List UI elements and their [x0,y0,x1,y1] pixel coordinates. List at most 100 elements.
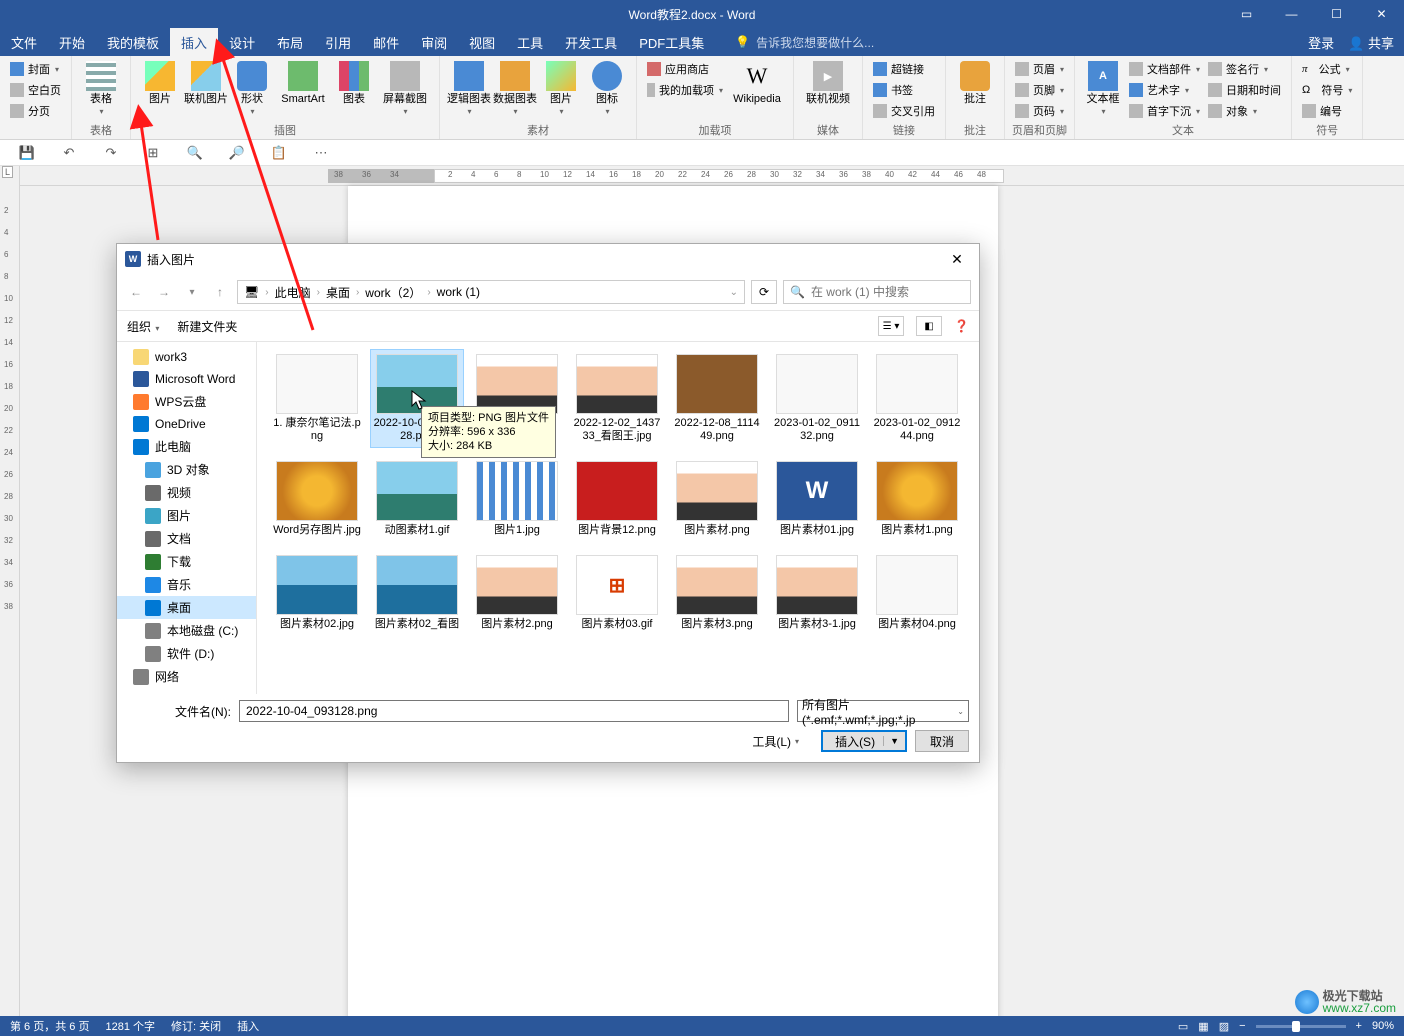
file-item[interactable]: 2023-01-02_091244.png [871,350,963,447]
textbox-button[interactable]: A文本框▾ [1081,59,1125,121]
my-addins-button[interactable]: 我的加载项▾ [643,80,727,100]
undo-icon[interactable]: ↶ [60,144,78,162]
track-changes-status[interactable]: 修订: 关闭 [171,1018,221,1034]
organize-button[interactable]: 组织 ▾ [127,318,159,335]
smartart-button[interactable]: SmartArt [275,59,331,121]
more-icon[interactable]: ⋯ [312,144,330,162]
breadcrumb-item[interactable]: 此电脑 [275,284,311,301]
file-item[interactable]: ⊞图片素材03.gif [571,551,663,635]
new-folder-button[interactable]: 新建文件夹 [177,318,237,335]
web-layout-icon[interactable]: ▨ [1219,1020,1229,1033]
symbol-button[interactable]: Ω 符号▾ [1298,80,1356,100]
chart-button[interactable]: 图表 [331,59,377,121]
share-button[interactable]: 👤 共享 [1348,33,1394,52]
tree-item[interactable]: 视频 [117,481,256,504]
file-item[interactable]: W图片素材01.jpg [771,457,863,541]
menu-tab-开始[interactable]: 开始 [48,28,96,56]
page-break-button[interactable]: 分页 [6,101,65,121]
nav-dropdown-icon[interactable]: ▾ [181,281,203,303]
print-icon[interactable]: 🔎 [228,144,246,162]
file-item[interactable]: 图片1.jpg [471,457,563,541]
gallery-button[interactable]: 图片▾ [538,59,584,121]
file-item[interactable]: 图片素材1.png [871,457,963,541]
online-video-button[interactable]: ▶联机视频 [800,59,856,121]
insert-mode-status[interactable]: 插入 [237,1018,259,1034]
file-item[interactable]: 图片素材2.png [471,551,563,635]
menu-tab-邮件[interactable]: 邮件 [362,28,410,56]
header-button[interactable]: 页眉▾ [1011,59,1068,79]
object-button[interactable]: 对象▾ [1204,101,1285,121]
data-chart-button[interactable]: 数据图表▾ [492,59,538,121]
menu-tab-插入[interactable]: 插入 [170,28,218,56]
logic-chart-button[interactable]: 逻辑图表▾ [446,59,492,121]
chevron-down-icon[interactable]: ⌄ [730,287,738,298]
folder-tree[interactable]: work3Microsoft WordWPS云盘OneDrive此电脑3D 对象… [117,342,257,694]
bookmark-button[interactable]: 书签 [869,80,939,100]
tree-item[interactable]: WPS云盘 [117,390,256,413]
number-button[interactable]: 编号 [1298,101,1356,121]
nav-back-icon[interactable]: ← [125,281,147,303]
nav-forward-icon[interactable]: → [153,281,175,303]
maximize-button[interactable]: ☐ [1314,0,1359,28]
signature-line-button[interactable]: 签名行▾ [1204,59,1285,79]
file-item[interactable]: 2022-12-02_143733_看图王.jpg [571,350,663,447]
zoom-in-icon[interactable]: + [1356,1020,1362,1032]
tree-item[interactable]: 本地磁盘 (C:) [117,619,256,642]
cancel-button[interactable]: 取消 [915,730,969,752]
menu-tab-设计[interactable]: 设计 [218,28,266,56]
file-item[interactable]: 图片素材04.png [871,551,963,635]
file-item[interactable]: 2022-12-08_111449.png [671,350,763,447]
hyperlink-button[interactable]: 超链接 [869,59,939,79]
tools-dropdown[interactable]: 工具(L) ▾ [752,733,799,750]
tree-item[interactable]: 下载 [117,550,256,573]
file-item[interactable]: 图片素材02.jpg [271,551,363,635]
blank-page-button[interactable]: 空白页 [6,80,65,100]
tree-item[interactable]: 文档 [117,527,256,550]
page-status[interactable]: 第 6 页，共 6 页 [10,1018,89,1034]
menu-tab-引用[interactable]: 引用 [314,28,362,56]
equation-button[interactable]: π 公式▾ [1298,59,1356,79]
breadcrumb[interactable]: 🖥 › 此电脑› 桌面› work（2）› work (1) ⌄ [237,280,745,304]
menu-tab-我的模板[interactable]: 我的模板 [96,28,170,56]
insert-button[interactable]: 插入(S)▼ [821,730,907,752]
breadcrumb-item[interactable]: work（2） [365,284,421,301]
print-layout-icon[interactable]: ▦ [1198,1020,1208,1033]
file-item[interactable]: 图片素材.png [671,457,763,541]
shapes-button[interactable]: 形状▾ [229,59,275,121]
page-number-button[interactable]: 页码▾ [1011,101,1068,121]
close-button[interactable]: ✕ [1359,0,1404,28]
menu-tab-开发工具[interactable]: 开发工具 [554,28,628,56]
refresh-icon[interactable]: ⟳ [751,280,777,304]
menu-tab-PDF工具集[interactable]: PDF工具集 [628,28,715,56]
table-button[interactable]: 表格▾ [78,59,124,121]
table-icon[interactable]: ⊞ [144,144,162,162]
tree-item[interactable]: 3D 对象 [117,458,256,481]
wordart-button[interactable]: 艺术字▾ [1125,80,1204,100]
screenshot-button[interactable]: 屏幕截图▾ [377,59,433,121]
dropcap-button[interactable]: 首字下沉▾ [1125,101,1204,121]
word-count[interactable]: 1281 个字 [105,1018,155,1034]
file-item[interactable]: 1. 康奈尔笔记法.png [271,350,363,447]
icons-button[interactable]: 图标▾ [584,59,630,121]
tree-item[interactable]: work3 [117,346,256,368]
file-item[interactable]: 图片素材02_看图 [371,551,463,635]
breadcrumb-item[interactable]: work (1) [437,285,480,299]
tree-item[interactable]: 软件 (D:) [117,642,256,665]
paste-icon[interactable]: 📋 [270,144,288,162]
file-item[interactable]: Word另存图片.jpg [271,457,363,541]
datetime-button[interactable]: 日期和时间 [1204,80,1285,100]
online-pictures-button[interactable]: 联机图片 [183,59,229,121]
cover-page-button[interactable]: 封面▾ [6,59,65,79]
dialog-close-button[interactable]: ✕ [943,251,971,268]
doc-parts-button[interactable]: 文档部件▾ [1125,59,1204,79]
save-icon[interactable]: 💾 [18,144,36,162]
tree-item[interactable]: 网络 [117,665,256,688]
preview-icon[interactable]: 🔍 [186,144,204,162]
menu-tab-文件[interactable]: 文件 [0,28,48,56]
redo-icon[interactable]: ↷ [102,144,120,162]
tree-item[interactable]: 图片 [117,504,256,527]
file-item[interactable]: 动图素材1.gif [371,457,463,541]
tree-item[interactable]: 此电脑 [117,435,256,458]
preview-pane-button[interactable]: ◧ [916,316,942,336]
menu-tab-工具[interactable]: 工具 [506,28,554,56]
